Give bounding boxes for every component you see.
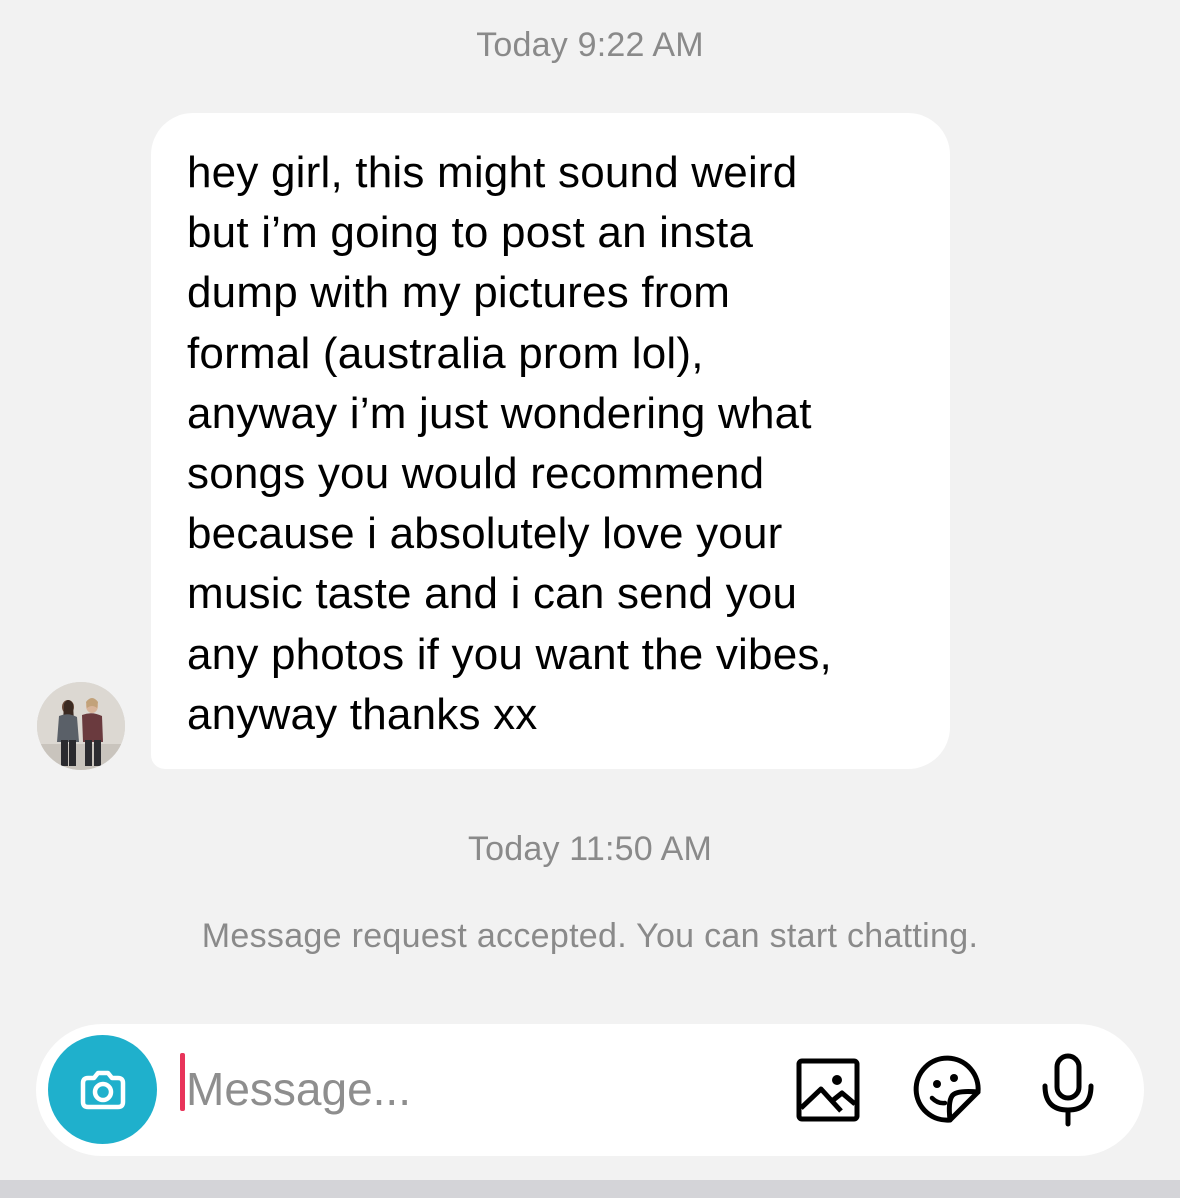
text-cursor [180,1053,185,1111]
request-accepted-notice: Message request accepted. You can start … [201,917,979,955]
message-composer [36,1024,1144,1156]
sender-avatar[interactable] [37,682,125,770]
voice-message-button[interactable] [1030,1052,1106,1128]
camera-icon [80,1070,125,1109]
camera-button[interactable] [48,1035,157,1144]
sticker-button[interactable] [910,1052,986,1128]
microphone-icon [1042,1053,1094,1127]
avatar-photo [37,682,125,770]
message-timestamp: Today 11:50 AM [467,830,713,868]
keyboard-edge [0,1180,1180,1198]
message-input[interactable] [186,1054,746,1124]
image-icon [796,1058,860,1122]
message-timestamp: Today 9:22 AM [476,26,704,64]
gallery-button[interactable] [790,1052,866,1128]
incoming-message-bubble[interactable]: hey girl, this might sound weird but i’m… [151,113,950,769]
message-text: hey girl, this might sound weird but i’m… [187,148,832,739]
sticker-icon [913,1055,981,1123]
